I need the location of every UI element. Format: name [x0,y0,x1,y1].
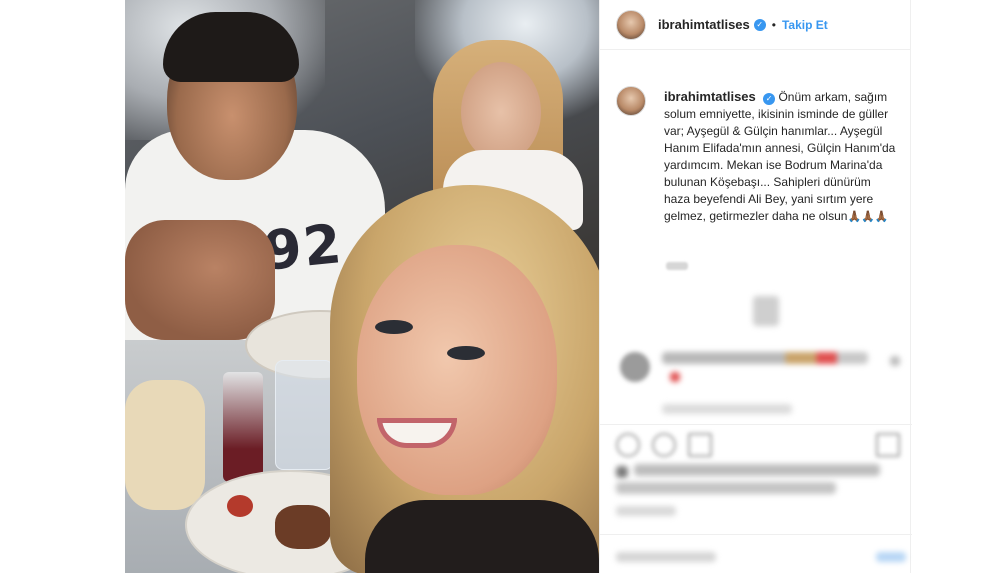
caption-body: Önüm arkam, sağım solum emniyette, ikisi… [664,90,896,223]
likes-avatar[interactable] [616,466,628,478]
follow-button[interactable]: Takip Et [782,18,828,32]
comment-text [662,352,868,364]
photo-man-arm [125,220,275,340]
post-date [616,506,676,516]
post-photo[interactable]: 1992 [125,0,599,573]
verified-badge-icon: ✓ [753,18,766,31]
photo-woman-background-face [461,62,541,162]
header-avatar[interactable] [616,9,646,40]
caption-text-block: ibrahimtatlises ✓ Önüm arkam, sağım solu… [664,88,900,226]
post-caption: ibrahimtatlises ✓ Önüm arkam, sağım solu… [616,86,900,226]
post-side-panel: ibrahimtatlises ✓ • Takip Et ibrahimtatl… [599,0,912,573]
comment-emoji [670,372,680,382]
photo-woman-front-face [357,245,557,495]
photo-eye-left [375,320,413,334]
photo-eye-right [447,346,485,360]
likes-text-continued [616,482,836,494]
bookmark-icon[interactable] [876,433,900,457]
photo-tomato [227,495,253,517]
load-more-comments-icon[interactable] [753,296,779,326]
photo-steak [275,505,331,549]
photo-man-hair [163,12,299,82]
comment-icon[interactable] [652,433,676,457]
post-header: ibrahimtatlises ✓ • Takip Et [600,0,910,50]
likes-text[interactable] [634,464,880,476]
photo-wine-glass [223,372,263,482]
header-username[interactable]: ibrahimtatlises [658,17,750,32]
caption-avatar[interactable] [616,86,646,116]
post-comment-button[interactable] [876,552,906,562]
caption-timestamp [666,262,688,270]
comment-meta [662,404,792,414]
instagram-post-screenshot: 1992 ibrahimtatlises ✓ • Takip Et [0,0,999,573]
comment-avatar[interactable] [620,352,650,382]
post-actions-bar [600,424,912,468]
header-separator: • [771,17,776,32]
heart-icon[interactable] [616,433,640,457]
verified-badge-icon: ✓ [763,92,776,105]
caption-emojis: 🙏🏾🙏🏾🙏🏾 [847,211,889,223]
photo-woman-front-top [365,500,599,573]
add-comment-input[interactable] [616,552,716,562]
photo-bread [125,380,205,510]
comment-like-icon[interactable] [890,356,900,366]
caption-username[interactable]: ibrahimtatlises [664,89,756,104]
share-icon[interactable] [688,433,712,457]
photo-water-glass [275,360,333,470]
